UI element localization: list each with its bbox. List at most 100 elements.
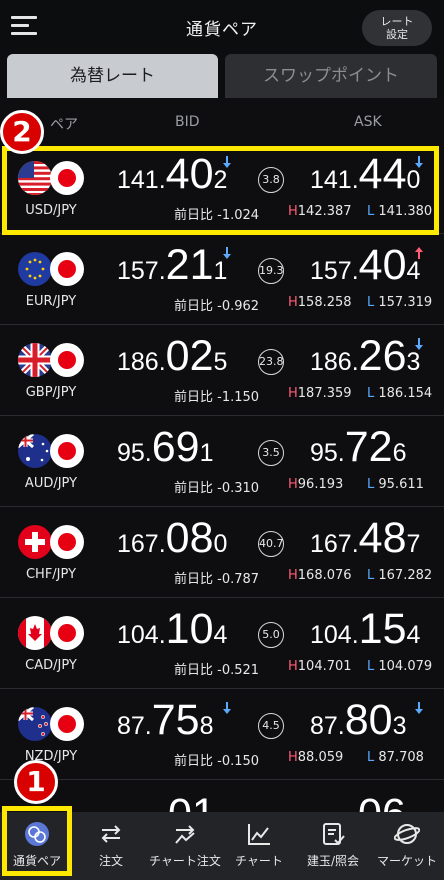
app-root: 通貨ペア レート 設定 為替レート スワップポイント ペア BID ASK US… xyxy=(0,0,444,880)
list-item-eurjpy[interactable]: EUR/JPY 157.211 19.3 157.404 前日比 -0.962 … xyxy=(0,235,444,325)
pair-name: CAD/JPY xyxy=(25,658,77,673)
list-item-nzdjpy[interactable]: NZD/JPY 87.758 4.5 87.803 前日比 -0.150 H88… xyxy=(0,690,444,780)
row-divider xyxy=(0,415,444,416)
pair-name: AUD/JPY xyxy=(24,476,78,491)
high-info: H168.076 xyxy=(288,568,352,583)
row-divider xyxy=(0,597,444,598)
nav-label: チャート注文 xyxy=(149,854,221,868)
change-info: 前日比 -0.521 xyxy=(174,663,260,678)
arrow-down-icon xyxy=(222,700,232,714)
bid-price: 104.104 xyxy=(117,605,228,653)
chart-icon xyxy=(248,824,270,845)
change-info: 前日比 -0.150 xyxy=(174,754,260,769)
market-icon xyxy=(394,824,420,844)
tab-bar: 為替レート スワップポイント xyxy=(0,54,444,98)
spread-value: 3.5 xyxy=(258,440,284,466)
nav-label: 注文 xyxy=(98,854,123,868)
pair-name: GBP/JPY xyxy=(25,385,77,400)
rate-settings-button[interactable]: レート 設定 xyxy=(362,10,432,46)
row-divider xyxy=(0,779,444,780)
bid-price: 87.758 xyxy=(117,696,214,744)
flag-jpy-icon xyxy=(50,525,84,559)
nav-order[interactable]: 注文 xyxy=(74,812,148,880)
nav-chart[interactable]: チャート xyxy=(222,812,296,880)
pair-name: NZD/JPY xyxy=(24,749,78,764)
row-divider xyxy=(0,324,444,325)
header: 通貨ペア レート 設定 xyxy=(0,0,444,54)
ask-price: 104.154 xyxy=(310,605,421,653)
pair-name: CHF/JPY xyxy=(25,567,77,582)
high-info: H88.059 xyxy=(288,750,344,765)
high-info: H96.193 xyxy=(288,477,344,492)
low-info: L 87.708 xyxy=(367,750,424,765)
low-info: L 157.319 xyxy=(367,295,433,310)
flag-eur-icon xyxy=(18,252,52,286)
chart-order-icon xyxy=(175,825,195,844)
nav-label: マーケット xyxy=(376,854,437,868)
tab-swap-points[interactable]: スワップポイント xyxy=(225,54,437,98)
order-icon xyxy=(101,825,121,843)
flag-aud-icon xyxy=(18,434,52,468)
bid-price-partial: 01 xyxy=(168,790,216,812)
arrow-down-icon xyxy=(222,245,232,259)
spread-value: 23.8 xyxy=(258,349,284,375)
list-item-audjpy[interactable]: AUD/JPY 95.691 3.5 95.726 前日比 -0.310 H96… xyxy=(0,417,444,507)
spread-value: 4.5 xyxy=(258,713,284,739)
arrow-down-icon xyxy=(414,700,424,714)
flag-jpy-icon xyxy=(50,434,84,468)
spread-value: 40.7 xyxy=(258,531,284,557)
high-info: H187.359 xyxy=(288,386,352,401)
nav-label: チャート xyxy=(235,854,283,868)
nav-label: 建玉/照会 xyxy=(306,854,360,868)
column-header: ペア BID ASK xyxy=(0,98,444,144)
bid-price: 167.080 xyxy=(117,514,228,562)
nav-positions[interactable]: 建玉/照会 xyxy=(296,812,370,880)
flag-gbp-icon xyxy=(18,343,52,377)
spread-value: 19.3 xyxy=(258,258,284,284)
low-info: L 95.611 xyxy=(367,477,424,492)
tab-exchange-rate[interactable]: 為替レート xyxy=(7,54,218,98)
step-badge-1: 1 xyxy=(14,760,58,804)
ask-price: 186.263 xyxy=(310,332,421,380)
change-info: 前日比 -0.962 xyxy=(174,299,260,314)
column-ask: ASK xyxy=(354,114,382,130)
flag-jpy-icon xyxy=(50,252,84,286)
flag-nzd-icon xyxy=(18,707,52,741)
low-info: L 186.154 xyxy=(367,386,433,401)
change-info: 前日比 -0.310 xyxy=(174,481,260,496)
change-info: 前日比 -0.787 xyxy=(174,572,260,587)
list-item-chfjpy[interactable]: CHF/JPY 167.080 40.7 167.487 前日比 -0.787 … xyxy=(0,508,444,598)
bid-price: 95.691 xyxy=(117,423,214,471)
row-divider xyxy=(0,688,444,689)
spread-value: 5.0 xyxy=(258,622,284,648)
arrow-down-icon xyxy=(414,336,424,350)
low-info: L 104.079 xyxy=(367,659,433,674)
highlight-box-nav xyxy=(2,806,72,876)
low-info: L 167.282 xyxy=(367,568,433,583)
arrow-up-icon xyxy=(414,245,424,259)
pair-name: EUR/JPY xyxy=(25,294,77,309)
ask-price: 95.726 xyxy=(310,423,407,471)
row-divider xyxy=(0,506,444,507)
ask-price: 87.803 xyxy=(310,696,407,744)
ask-price: 157.404 xyxy=(310,241,421,289)
column-pair: ペア xyxy=(50,117,78,133)
nav-chart-order[interactable]: チャート注文 xyxy=(148,812,222,880)
flag-jpy-icon xyxy=(50,343,84,377)
bid-price: 157.211 xyxy=(117,241,228,289)
flag-jpy-icon xyxy=(50,616,84,650)
bid-price: 186.025 xyxy=(117,332,228,380)
change-info: 前日比 -1.150 xyxy=(174,390,260,405)
column-bid: BID xyxy=(175,114,200,130)
step-badge-2: 2 xyxy=(0,110,44,154)
flag-jpy-icon xyxy=(50,707,84,741)
list-item-gbpjpy[interactable]: GBP/JPY 186.025 23.8 186.263 前日比 -1.150 … xyxy=(0,326,444,416)
ask-price-partial: 06 xyxy=(358,790,406,812)
list-item-cadjpy[interactable]: CAD/JPY 104.104 5.0 104.154 前日比 -0.521 H… xyxy=(0,599,444,689)
flag-chf-icon xyxy=(18,525,52,559)
highlight-box-usdjpy xyxy=(2,146,439,235)
position-icon xyxy=(323,823,345,845)
nav-market[interactable]: マーケット xyxy=(370,812,444,880)
ask-price: 167.487 xyxy=(310,514,421,562)
high-info: H104.701 xyxy=(288,659,352,674)
